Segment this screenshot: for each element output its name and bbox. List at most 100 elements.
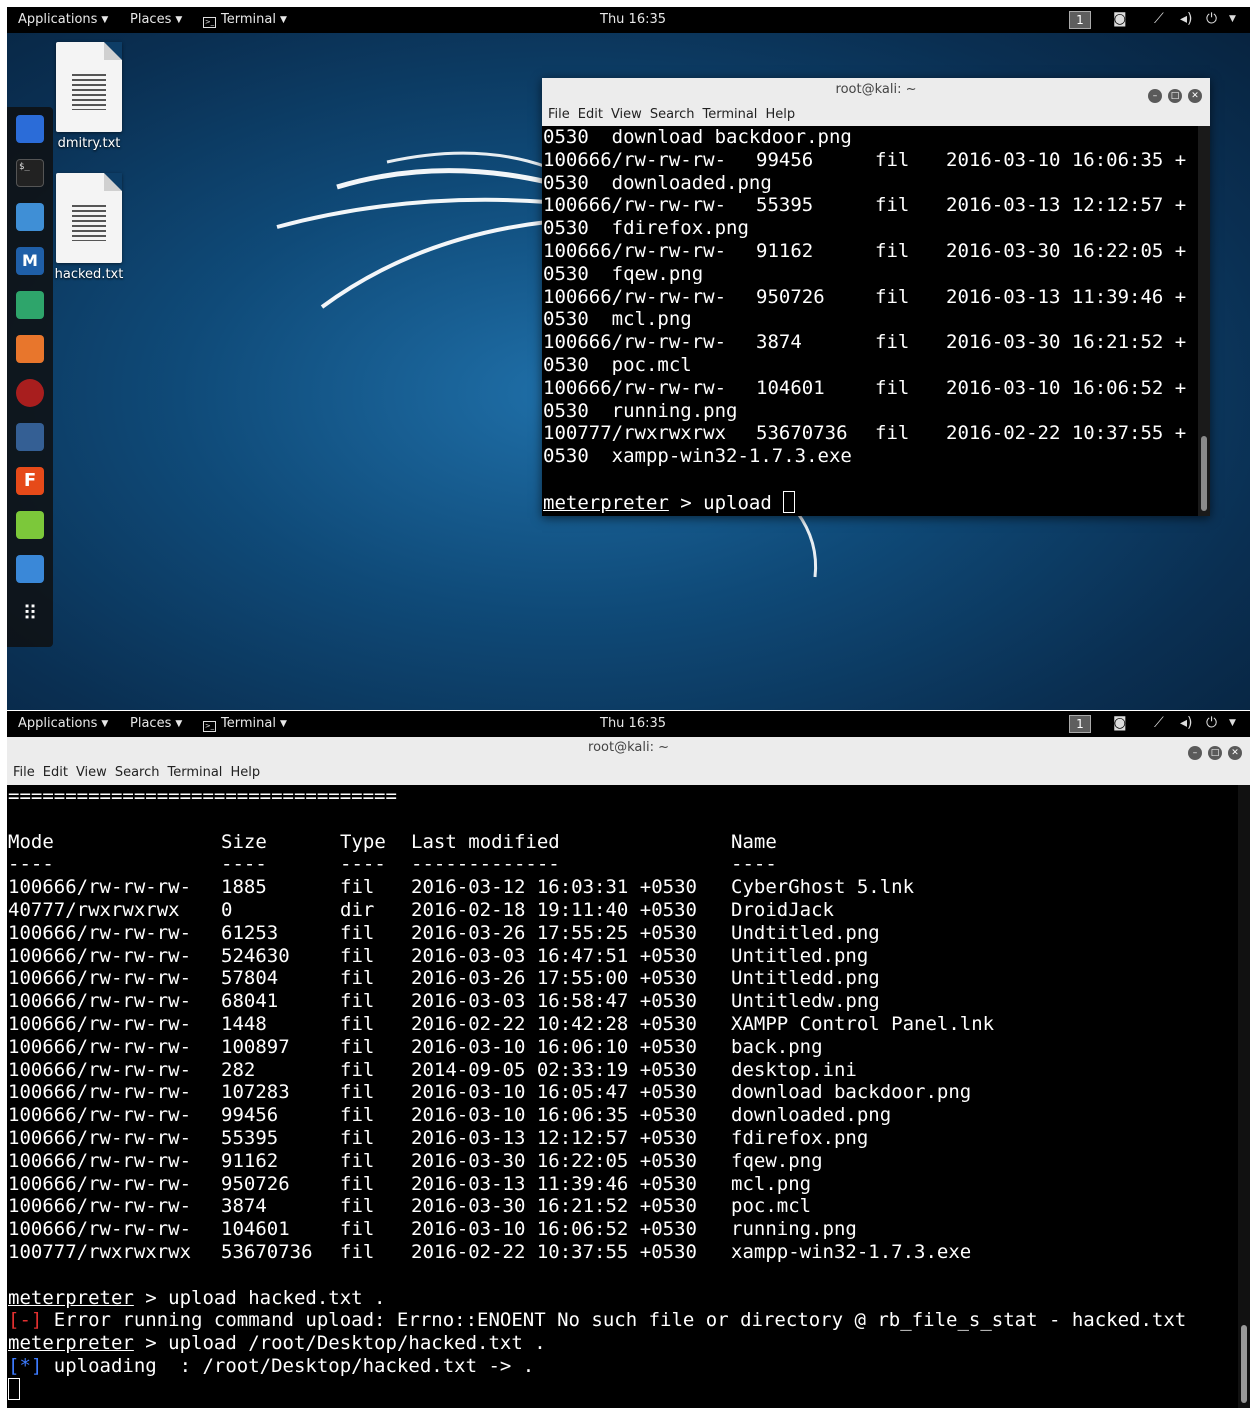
size-cell: 91162 <box>221 1149 279 1172</box>
places-menu[interactable]: Places ▼ <box>130 12 182 27</box>
scrollbar-thumb[interactable] <box>1241 1325 1247 1403</box>
size-cell: 100897 <box>221 1035 290 1058</box>
terminal-output[interactable]: 0530 download backdoor.png 100666/rw-rw-r… <box>542 126 1210 516</box>
screenshot-icon[interactable] <box>16 555 44 583</box>
menu-edit[interactable]: Edit <box>43 762 68 784</box>
applications-menu[interactable]: Applications ▼ <box>18 716 108 731</box>
minimize-icon[interactable]: – <box>1188 746 1202 760</box>
terminal-line: 0530 xampp-win32-1.7.3.exe <box>543 445 1210 468</box>
applications-menu[interactable]: Applications ▼ <box>18 12 108 27</box>
window-titlebar[interactable]: root@kali: ~ – □ ✕ <box>7 737 1250 761</box>
clock[interactable]: Thu 16:35 <box>600 12 666 27</box>
size-cell: 104601 <box>756 376 825 399</box>
files-icon[interactable] <box>16 203 44 231</box>
terminal-line: [-] Error running command upload: Errno:… <box>8 1309 1250 1332</box>
desktop-file-dmitry[interactable]: dmitry.txt <box>44 42 134 151</box>
menu-help[interactable]: Help <box>765 104 795 126</box>
desktop-file-hacked[interactable]: hacked.txt <box>44 173 134 282</box>
workspace-indicator[interactable]: 1 <box>1069 11 1091 29</box>
mode-cell: 100666/rw-rw-rw- <box>8 1104 192 1127</box>
menu-search[interactable]: Search <box>650 104 695 126</box>
menu-help[interactable]: Help <box>230 762 260 784</box>
workspace-indicator[interactable]: 1 <box>1069 715 1091 733</box>
desktop-file-label: hacked.txt <box>54 267 124 282</box>
terminal-line: 100666/rw-rw-rw- 1448 fil 2016-02-22 10:42:… <box>8 1013 1250 1036</box>
modified-cell: 2016-03-10 16:06:52 +0530 <box>411 1218 697 1241</box>
terminal-line: 100666/rw-rw-rw- 3874 fil 2016-03-30 16:21:… <box>8 1195 1250 1218</box>
zenmap-icon[interactable] <box>16 423 44 451</box>
terminal-line: 100666/rw-rw-rw- 104601 fil 2016-03-10 16:0… <box>8 1218 1250 1241</box>
places-menu[interactable]: Places ▼ <box>130 716 182 731</box>
mode-cell: 100666/rw-rw-rw- <box>8 1149 192 1172</box>
leafpad-icon[interactable] <box>16 511 44 539</box>
menu-terminal[interactable]: Terminal <box>702 104 757 126</box>
beef-icon[interactable] <box>16 379 44 407</box>
menubar: File Edit View Search Terminal Help <box>7 761 1250 785</box>
terminal-output[interactable]: ================================== Mode Si… <box>7 785 1250 1408</box>
type-cell: fil <box>340 876 375 899</box>
size-cell: 68041 <box>221 990 279 1013</box>
burpsuite-icon[interactable] <box>16 335 44 363</box>
close-icon[interactable]: ✕ <box>1228 746 1242 760</box>
system-menu-caret-icon[interactable]: ▼ <box>1229 14 1236 24</box>
metasploit-icon[interactable]: M <box>16 247 44 275</box>
scrollbar-thumb[interactable] <box>1201 436 1207 511</box>
volume-icon[interactable]: ◂) <box>1180 715 1193 731</box>
mode-cell: 100666/rw-rw-rw- <box>8 990 192 1013</box>
terminal-menu[interactable]: >_ Terminal ▼ <box>203 716 287 732</box>
faraday-icon[interactable]: F <box>16 467 44 495</box>
header-size: Size <box>221 830 267 853</box>
menu-edit[interactable]: Edit <box>578 104 603 126</box>
name-cell: xampp-win32-1.7.3.exe <box>731 1240 972 1263</box>
show-apps-icon[interactable]: ⠿ <box>16 599 44 627</box>
maltego-icon[interactable] <box>16 115 44 143</box>
menu-view[interactable]: View <box>611 104 642 126</box>
name-cell: fdirefox.png <box>731 1126 869 1149</box>
menu-terminal[interactable]: Terminal <box>167 762 222 784</box>
volume-icon[interactable]: ◂) <box>1180 11 1193 27</box>
size-cell: 99456 <box>756 148 814 171</box>
terminal-line: [*] uploading : /root/Desktop/hacked.txt… <box>8 1355 1250 1378</box>
terminal-scrollbar[interactable] <box>1198 126 1210 516</box>
terminal-menu[interactable]: >_ Terminal ▼ <box>203 12 287 28</box>
name-cell: running.png <box>731 1218 857 1241</box>
network-icon[interactable]: ⟋ <box>1154 715 1164 731</box>
text-file-icon <box>56 173 122 263</box>
maximize-icon[interactable]: □ <box>1168 89 1182 103</box>
terminal-icon[interactable]: $_ <box>16 159 44 187</box>
type-cell: dir <box>340 898 375 921</box>
size-cell: 950726 <box>221 1172 290 1195</box>
table-rule: ================================== <box>8 785 397 807</box>
close-icon[interactable]: ✕ <box>1188 89 1202 103</box>
menu-file[interactable]: File <box>548 104 570 126</box>
minimize-icon[interactable]: – <box>1148 89 1162 103</box>
type-cell: fil <box>875 331 910 354</box>
window-titlebar[interactable]: root@kali: ~ – □ ✕ <box>542 78 1210 104</box>
menu-search[interactable]: Search <box>115 762 160 784</box>
type-cell: fil <box>340 1012 375 1035</box>
log-text: > upload /root/Desktop/hacked.txt . <box>133 1332 546 1355</box>
menu-view[interactable]: View <box>76 762 107 784</box>
power-icon[interactable]: ⏻ <box>1206 715 1217 731</box>
listing-continuation: 0530 running.png <box>543 399 738 422</box>
terminal-line: 100666/rw-rw-rw- 1885 fil 2016-03-12 16:03:… <box>8 876 1250 899</box>
mode-cell: 100666/rw-rw-rw- <box>8 1035 192 1058</box>
log-text: > upload hacked.txt . <box>133 1286 386 1309</box>
clock[interactable]: Thu 16:35 <box>600 716 666 731</box>
listing-continuation: 0530 downloaded.png <box>543 171 772 194</box>
terminal-scrollbar[interactable] <box>1238 785 1250 1408</box>
armitage-icon[interactable] <box>16 291 44 319</box>
terminal-line: 100666/rw-rw-rw- 950726 fil 2016-03-13 11:3… <box>8 1173 1250 1196</box>
type-cell: fil <box>340 1126 375 1149</box>
network-icon[interactable]: ⟋ <box>1154 11 1164 27</box>
terminal-line: 100666/rw-rw-rw- 107283 fil 2016-03-10 16:0… <box>8 1081 1250 1104</box>
power-icon[interactable]: ⏻ <box>1206 11 1217 27</box>
size-cell: 53670736 <box>756 422 848 445</box>
system-menu-caret-icon[interactable]: ▼ <box>1229 718 1236 728</box>
video-camera-icon[interactable]: ◙ <box>1113 715 1127 731</box>
menu-file[interactable]: File <box>13 762 35 784</box>
video-camera-icon[interactable]: ◙ <box>1113 11 1127 27</box>
maximize-icon[interactable]: □ <box>1208 746 1222 760</box>
terminal-line: 100666/rw-rw-rw- 99456 fil 2016-03-10 16:06… <box>8 1104 1250 1127</box>
